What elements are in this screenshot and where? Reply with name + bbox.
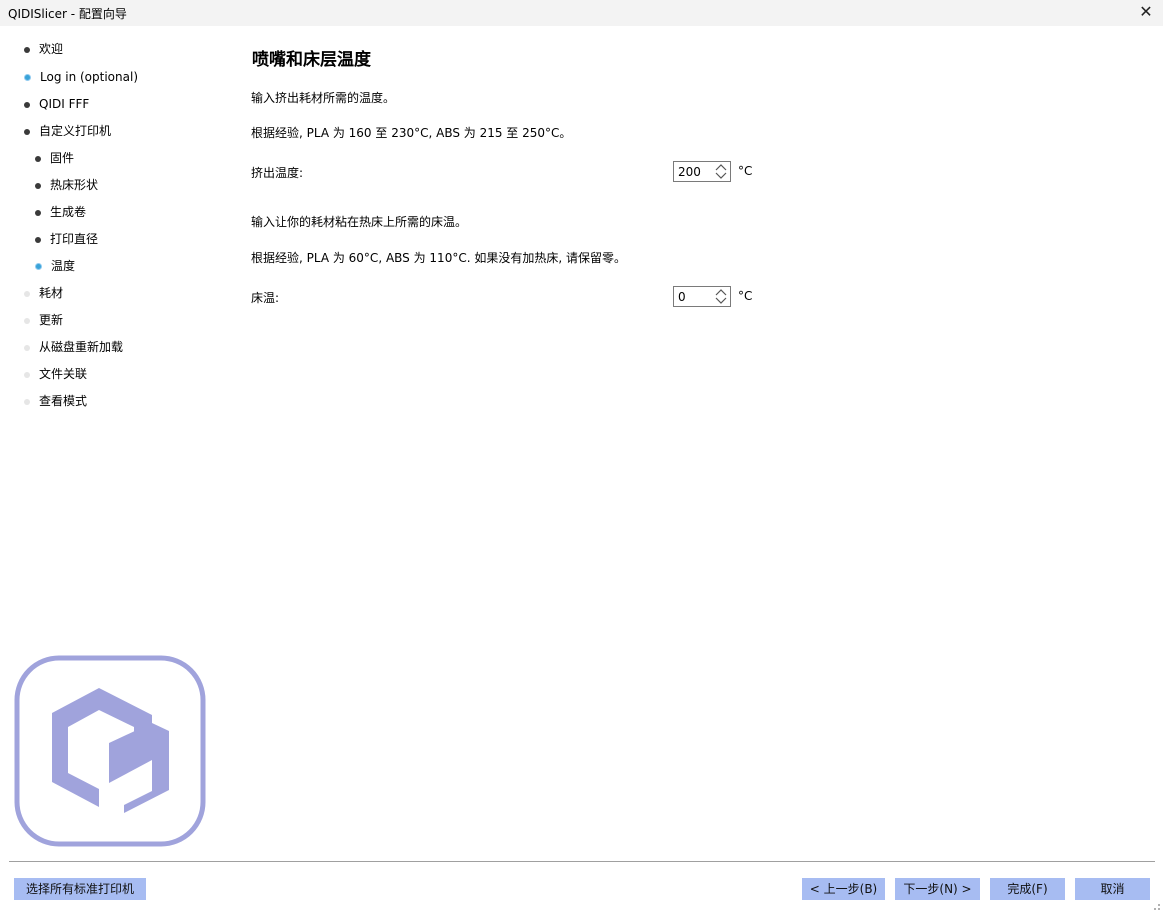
bullet-icon [24, 74, 31, 81]
arrow-down-icon[interactable] [714, 172, 728, 180]
bullet-icon [35, 155, 41, 162]
close-icon[interactable]: ✕ [1137, 2, 1155, 22]
sidebar-item-qidi-fff[interactable]: QIDI FFF [24, 94, 89, 114]
bed-temp-stepper[interactable] [673, 286, 731, 307]
arrow-up-icon[interactable] [714, 288, 728, 296]
bullet-icon [24, 46, 30, 53]
bullet-icon [24, 344, 30, 351]
sidebar-item-label: QIDI FFF [39, 97, 90, 111]
finish-button[interactable]: 完成(F) [990, 878, 1065, 900]
sidebar-item-custom-printer[interactable]: 自定义打印机 [24, 121, 111, 141]
window-title: QIDISlicer - 配置向导 [8, 7, 127, 21]
bullet-icon [24, 101, 30, 108]
extrusion-temp-input[interactable] [678, 164, 712, 179]
bullet-icon [24, 290, 30, 297]
stepper-arrows [714, 163, 728, 180]
extrusion-hint-text: 根据经验, PLA 为 160 至 230°C, ABS 为 215 至 250… [251, 126, 572, 140]
bed-intro-text: 输入让你的耗材粘在热床上所需的床温。 [251, 215, 468, 229]
sidebar-item-welcome[interactable]: 欢迎 [24, 39, 63, 59]
back-button[interactable]: < 上一步(B) [802, 878, 885, 900]
sidebar-item-view-mode[interactable]: 查看模式 [24, 391, 87, 411]
extrusion-temp-unit: °C [738, 164, 753, 178]
next-button[interactable]: 下一步(N) > [895, 878, 980, 900]
bed-hint-text: 根据经验, PLA 为 60°C, ABS 为 110°C. 如果没有加热床, … [251, 251, 626, 265]
select-all-printers-button[interactable]: 选择所有标准打印机 [14, 878, 146, 900]
sidebar-item-label: 热床形状 [50, 178, 99, 192]
page-title: 喷嘴和床层温度 [252, 50, 371, 70]
extrusion-temp-label: 挤出温度: [251, 166, 304, 180]
sidebar-item-label: 欢迎 [39, 42, 64, 56]
sidebar-item-label: 固件 [50, 151, 75, 165]
sidebar-item-updates[interactable]: 更新 [24, 310, 63, 330]
sidebar-item-label: Log in (optional) [40, 70, 138, 84]
bullet-icon [24, 317, 30, 324]
bullet-icon [35, 182, 41, 189]
sidebar-item-label: 查看模式 [39, 394, 88, 408]
bullet-icon [35, 236, 41, 243]
extrusion-intro-text: 输入挤出耗材所需的温度。 [251, 91, 396, 105]
arrow-up-icon[interactable] [714, 163, 728, 171]
sidebar-item-firmware[interactable]: 固件 [35, 148, 74, 168]
bed-temp-input[interactable] [678, 289, 712, 304]
sidebar-item-label: 自定义打印机 [39, 124, 112, 138]
sidebar-item-login[interactable]: Log in (optional) [24, 67, 138, 87]
arrow-down-icon[interactable] [714, 297, 728, 305]
bullet-icon [35, 263, 42, 270]
sidebar-item-label: 更新 [39, 313, 64, 327]
sidebar-item-build-volume[interactable]: 生成卷 [35, 202, 86, 222]
bullet-icon [24, 371, 30, 378]
sidebar-item-label: 从磁盘重新加载 [39, 340, 124, 354]
sidebar-item-label: 温度 [51, 259, 76, 273]
stepper-arrows [714, 288, 728, 305]
qidi-logo-icon [14, 655, 206, 847]
title-bar: QIDISlicer - 配置向导 ✕ [0, 0, 1163, 26]
cancel-button[interactable]: 取消 [1075, 878, 1150, 900]
sidebar-item-filament[interactable]: 耗材 [24, 283, 63, 303]
sidebar-item-print-diameter[interactable]: 打印直径 [35, 229, 98, 249]
bed-temp-label: 床温: [251, 291, 280, 305]
sidebar-item-label: 文件关联 [39, 367, 88, 381]
bullet-icon [35, 209, 41, 216]
sidebar-item-label: 耗材 [39, 286, 64, 300]
footer-divider [9, 861, 1155, 862]
bed-temp-unit: °C [738, 289, 753, 303]
sidebar-item-bed-shape[interactable]: 热床形状 [35, 175, 98, 195]
sidebar-item-file-association[interactable]: 文件关联 [24, 364, 87, 384]
sidebar-item-reload-from-disk[interactable]: 从磁盘重新加载 [24, 337, 123, 357]
sidebar-item-label: 生成卷 [50, 205, 87, 219]
resize-grip-icon[interactable] [1151, 901, 1161, 911]
bullet-icon [24, 398, 30, 405]
sidebar-item-temperature[interactable]: 温度 [35, 256, 75, 276]
sidebar-item-label: 打印直径 [50, 232, 99, 246]
extrusion-temp-stepper[interactable] [673, 161, 731, 182]
bullet-icon [24, 128, 30, 135]
